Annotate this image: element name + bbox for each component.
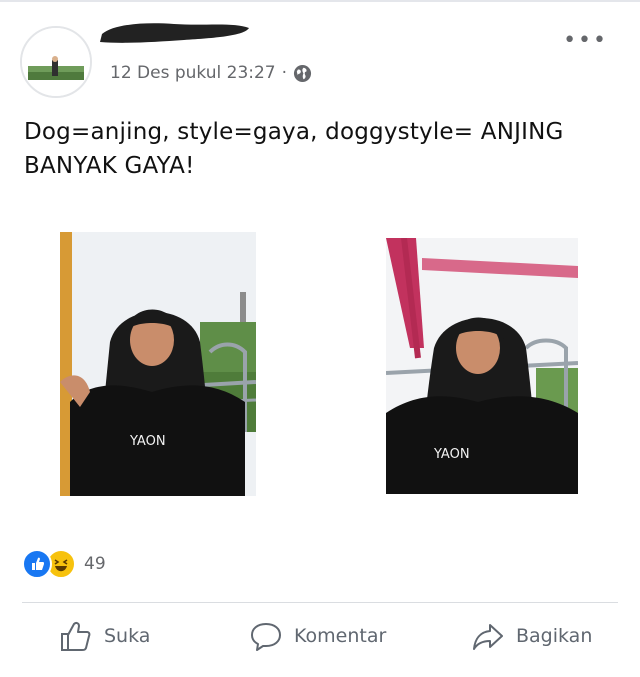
caption-line-2: BANYAK GAYA!	[24, 153, 195, 179]
thumbs-up-icon	[61, 621, 91, 651]
redacted-name	[100, 23, 249, 43]
top-divider	[0, 0, 640, 2]
shirt-print-2: YAON	[433, 447, 470, 462]
like-label: Suka	[104, 625, 151, 647]
like-icon	[22, 549, 52, 579]
post-photo-2[interactable]: YAON	[386, 238, 578, 494]
avatar[interactable]	[20, 26, 92, 98]
post-timestamp[interactable]: 12 Des pukul 23:27	[110, 63, 276, 83]
comment-button[interactable]: Komentar	[248, 618, 386, 654]
reactions-summary[interactable]: 49	[22, 549, 106, 579]
like-button[interactable]: Suka	[58, 618, 150, 654]
reaction-count: 49	[84, 554, 106, 574]
globe-icon	[293, 64, 312, 82]
shirt-print-1: YAON	[129, 434, 166, 449]
meta-separator: ·	[281, 63, 288, 83]
actions-divider	[22, 602, 618, 603]
post-card: 12 Des pukul 23:27 · ••• Dog=anjing, sty…	[0, 0, 640, 677]
more-options-icon[interactable]: •••	[563, 30, 608, 52]
share-arrow-icon	[473, 624, 503, 650]
share-label: Bagikan	[516, 625, 593, 647]
share-button[interactable]: Bagikan	[470, 618, 592, 654]
comment-label: Komentar	[294, 625, 387, 647]
post-caption: Dog=anjing, style=gaya, doggystyle= ANJI…	[24, 115, 614, 183]
caption-line-1: Dog=anjing, style=gaya, doggystyle= ANJI…	[24, 119, 564, 145]
post-photo-1[interactable]: YAON	[60, 232, 256, 496]
post-meta: 12 Des pukul 23:27 ·	[110, 63, 312, 83]
post-actions: Suka Komentar Bagikan	[0, 618, 640, 664]
comment-icon	[251, 623, 281, 651]
